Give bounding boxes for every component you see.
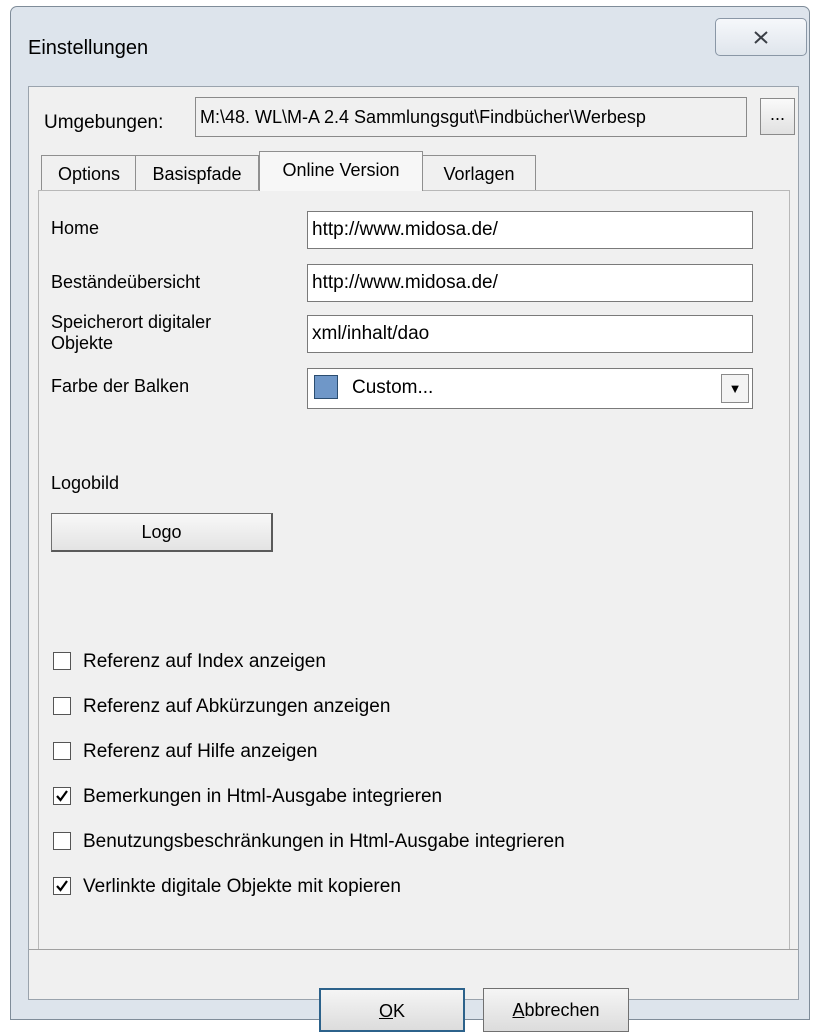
home-label: Home (51, 218, 100, 238)
button-separator (29, 949, 798, 950)
ok-button[interactable]: OK (319, 988, 465, 1032)
bar-color-select[interactable]: Custom... ▼ (307, 368, 753, 409)
dialog-client: Umgebungen: M:\48. WL\M-A 2.4 Sammlungsg… (28, 86, 799, 1032)
overview-url-input[interactable]: http://www.midosa.de/ (307, 264, 753, 302)
bar-color-value: Custom... (352, 377, 434, 398)
checkbox-box[interactable] (53, 697, 71, 715)
title-bar[interactable]: Einstellungen (11, 7, 809, 87)
storage-label-line1: Speicherort digitaler (51, 312, 212, 332)
color-swatch (314, 375, 338, 399)
environment-label: Umgebungen: (44, 112, 164, 133)
close-icon (754, 30, 768, 44)
checkbox-label: Verlinkte digitale Objekte mit kopieren (83, 876, 401, 897)
storage-path-input[interactable]: xml/inhalt/dao (307, 315, 753, 353)
online-version-panel: Home http://www.midosa.de/ Beständeübers… (38, 190, 790, 950)
checkmark-icon (56, 880, 68, 892)
tab-online-version[interactable]: Online Version (259, 151, 423, 191)
checkmark-icon (56, 790, 68, 802)
checkbox-label: Bemerkungen in Html-Ausgabe integrieren (83, 786, 443, 807)
home-url-input[interactable]: http://www.midosa.de/ (307, 211, 753, 249)
bar-color-label: Farbe der Balken (51, 376, 190, 396)
checkbox-label: Referenz auf Hilfe anzeigen (83, 741, 318, 762)
checkbox-box[interactable] (53, 877, 71, 895)
checkbox-label: Benutzungsbeschränkungen in Html-Ausgabe… (83, 831, 565, 852)
ok-label-mnemonic: O (378, 1001, 393, 1021)
checkbox-box[interactable] (53, 742, 71, 760)
cancel-label-mnemonic: A (512, 1000, 525, 1020)
checkbox-box[interactable] (53, 787, 71, 805)
checkbox-label: Referenz auf Index anzeigen (83, 651, 326, 672)
browse-button[interactable]: ... (760, 98, 795, 135)
checkbox-box[interactable] (53, 652, 71, 670)
environment-path-field[interactable]: M:\48. WL\M-A 2.4 Sammlungsgut\Findbüche… (195, 97, 747, 137)
cancel-button[interactable]: Abbrechen (483, 988, 629, 1032)
logo-label: Logobild (51, 473, 120, 493)
logo-button[interactable]: Logo (51, 513, 273, 552)
storage-label-line2: Objekte (51, 333, 114, 353)
settings-dialog: Einstellungen Umgebungen: M:\48. WL\M-A … (10, 6, 810, 1032)
tab-vorlagen[interactable]: Vorlagen (422, 155, 536, 191)
overview-label: Beständeübersicht (51, 272, 201, 292)
dropdown-arrow-icon[interactable]: ▼ (721, 374, 749, 403)
tab-basispfade[interactable]: Basispfade (135, 155, 259, 191)
close-button[interactable] (715, 18, 807, 56)
checkbox-label: Referenz auf Abkürzungen anzeigen (83, 696, 391, 717)
cancel-label-rest: bbrechen (524, 1000, 600, 1020)
ok-label-rest: K (393, 1001, 406, 1021)
tab-options[interactable]: Options (41, 155, 137, 191)
dialog-title: Einstellungen (28, 37, 149, 59)
checkbox-box[interactable] (53, 832, 71, 850)
